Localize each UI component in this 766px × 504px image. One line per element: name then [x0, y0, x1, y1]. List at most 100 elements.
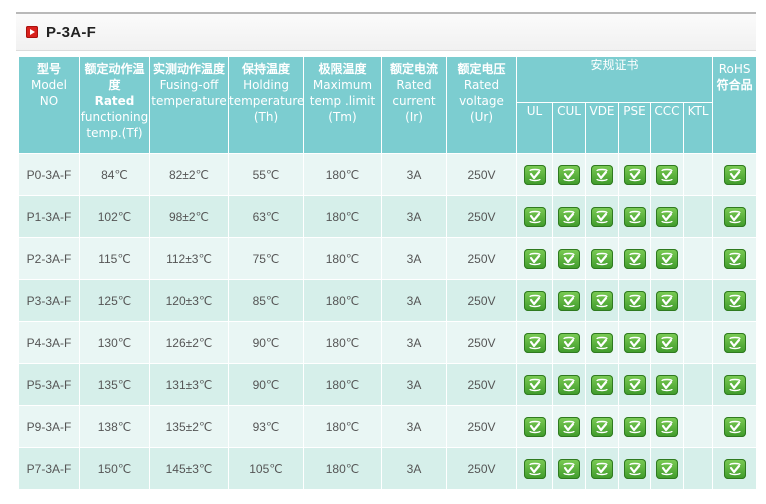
header-rohs-en: RoHS — [718, 62, 751, 76]
rated-voltage-cell: 250V — [446, 405, 517, 448]
cert-cell-vde — [585, 153, 619, 196]
certified-check-icon — [723, 458, 746, 479]
cert-cell-cul — [552, 447, 586, 490]
certified-check-icon — [623, 248, 646, 269]
cert-cell-ktl — [682, 195, 714, 238]
header-max-temp: 极限温度 Maximum temp .limit (Tm) — [303, 56, 382, 154]
holding-temp-cell: 55℃ — [228, 153, 304, 196]
header-rated-temp-zh: 额定动作温度 — [84, 62, 145, 92]
cert-cell-ul — [516, 153, 553, 196]
cert-cell-ul — [516, 321, 553, 364]
model-cell: P3-3A-F — [18, 279, 80, 322]
rated-voltage-cell: 250V — [446, 153, 517, 196]
fusing-temp-cell: 135±2℃ — [149, 405, 229, 448]
rated-current-cell: 3A — [381, 321, 447, 364]
rohs-cell — [712, 321, 758, 364]
cert-cell-ul — [516, 363, 553, 406]
header-holding-temp-en1: Holding — [243, 78, 289, 92]
certified-check-icon — [523, 248, 546, 269]
certified-check-icon — [558, 416, 580, 437]
cert-cell-pse — [618, 447, 651, 490]
fusing-temp-cell: 145±3℃ — [149, 447, 229, 490]
header-cert-ccc: CCC — [650, 102, 684, 154]
certified-check-icon — [558, 206, 580, 227]
max-temp-cell: 180℃ — [303, 321, 382, 364]
rated-temp-cell: 138℃ — [79, 405, 150, 448]
certified-check-icon — [591, 332, 613, 353]
cert-cell-cul — [552, 321, 586, 364]
cert-cell-vde — [585, 363, 619, 406]
rohs-cell — [712, 447, 758, 490]
fusing-temp-cell: 82±2℃ — [149, 153, 229, 196]
certified-check-icon — [591, 206, 613, 227]
table-row: P1-3A-F 102℃ 98±2℃ 63℃ 180℃ 3A 250V — [18, 195, 758, 238]
rated-voltage-cell: 250V — [446, 237, 517, 280]
header-rated-current-en3: (Ir) — [405, 110, 423, 124]
cert-cell-ul — [516, 195, 553, 238]
rated-temp-cell: 125℃ — [79, 279, 150, 322]
play-square-icon — [26, 26, 38, 38]
certified-check-icon — [656, 458, 678, 479]
header-rated-temp-en2: temp.(Tf) — [86, 126, 143, 140]
cert-cell-vde — [585, 237, 619, 280]
cert-cell-ccc — [650, 237, 684, 280]
holding-temp-cell: 75℃ — [228, 237, 304, 280]
cert-cell-ccc — [650, 447, 684, 490]
holding-temp-cell: 90℃ — [228, 363, 304, 406]
header-max-temp-en3: (Tm) — [328, 110, 357, 124]
rated-current-cell: 3A — [381, 153, 447, 196]
certified-check-icon — [591, 248, 613, 269]
certified-check-icon — [523, 416, 546, 437]
header-rohs: RoHS 符合品 — [712, 56, 758, 154]
rated-temp-cell: 102℃ — [79, 195, 150, 238]
cert-cell-cul — [552, 153, 586, 196]
rated-current-cell: 3A — [381, 405, 447, 448]
certified-check-icon — [591, 374, 613, 395]
holding-temp-cell: 63℃ — [228, 195, 304, 238]
certified-check-icon — [623, 290, 646, 311]
rated-temp-cell: 135℃ — [79, 363, 150, 406]
header-model: 型号 Model NO — [18, 56, 80, 154]
certified-check-icon — [656, 332, 678, 353]
header-rated-voltage-en3: (Ur) — [469, 110, 494, 124]
header-holding-temp-zh: 保持温度 — [241, 62, 290, 76]
certified-check-icon — [523, 290, 546, 311]
header-rated-voltage-en1: Rated — [463, 78, 500, 92]
rated-voltage-cell: 250V — [446, 279, 517, 322]
header-cert-ul: UL — [516, 102, 553, 154]
header-model-en2: NO — [39, 94, 59, 108]
cert-cell-vde — [585, 447, 619, 490]
holding-temp-cell: 93℃ — [228, 405, 304, 448]
certified-check-icon — [656, 374, 678, 395]
certified-check-icon — [656, 290, 678, 311]
header-row: 型号 Model NO 额定动作温度 Rated functioning tem… — [18, 56, 758, 154]
header-cert-vde: VDE — [585, 102, 619, 154]
cert-cell-ccc — [650, 321, 684, 364]
certified-check-icon — [523, 374, 546, 395]
cert-cell-ccc — [650, 279, 684, 322]
certified-check-icon — [558, 164, 580, 185]
header-model-en1: Model — [30, 78, 68, 92]
cert-cell-pse — [618, 279, 651, 322]
product-spec-panel: P-3A-F 型号 Model NO 额定动作温度 Rated function… — [16, 12, 758, 494]
header-rated-temp-en1: functioning — [80, 110, 149, 124]
header-holding-temp-en2: temperature — [229, 94, 305, 108]
rated-current-cell: 3A — [381, 195, 447, 238]
certified-check-icon — [558, 290, 580, 311]
certified-check-icon — [523, 332, 546, 353]
header-rated-voltage: 额定电压 Rated voltage (Ur) — [446, 56, 517, 154]
header-rated-current-zh: 额定电流 — [389, 62, 438, 76]
certified-check-icon — [656, 206, 678, 227]
certified-check-icon — [591, 458, 613, 479]
certified-check-icon — [591, 290, 613, 311]
cert-cell-ktl — [682, 279, 714, 322]
header-rated-current: 额定电流 Rated current (Ir) — [381, 56, 447, 154]
rated-temp-cell: 150℃ — [79, 447, 150, 490]
cert-cell-pse — [618, 405, 651, 448]
cert-cell-vde — [585, 279, 619, 322]
header-rated-current-en2: current — [392, 94, 436, 108]
fusing-temp-cell: 131±3℃ — [149, 363, 229, 406]
certified-check-icon — [523, 458, 546, 479]
header-holding-temp: 保持温度 Holding temperature (Th) — [228, 56, 305, 154]
cert-cell-vde — [585, 321, 619, 364]
